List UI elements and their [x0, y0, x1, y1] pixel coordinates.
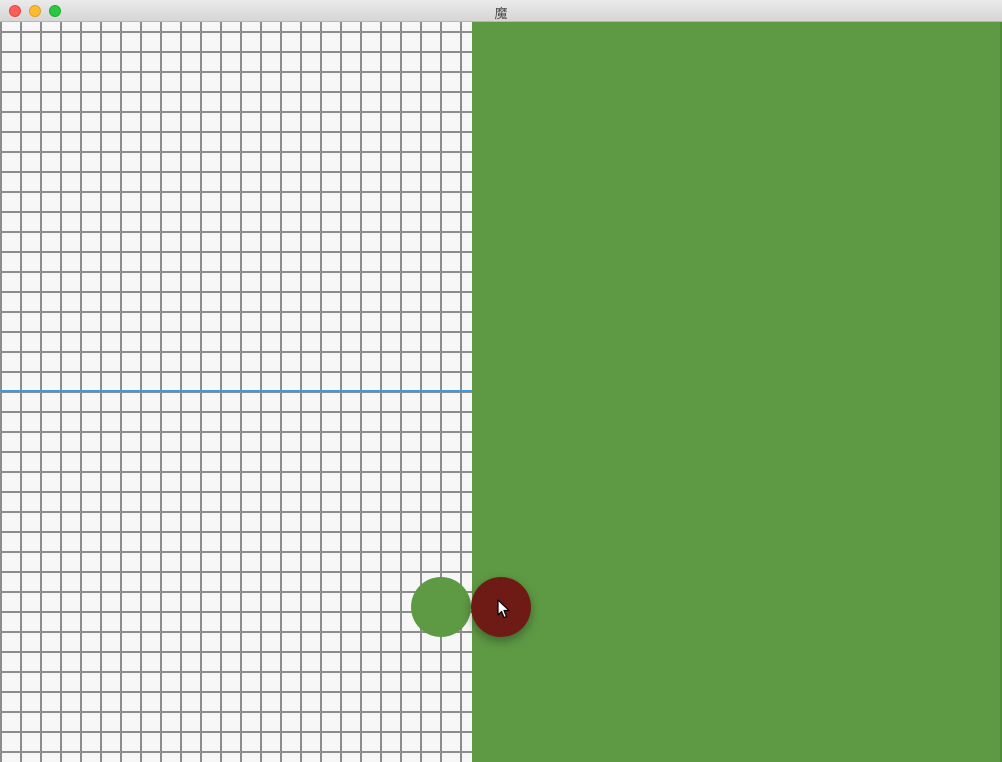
arrow-cursor-icon — [497, 599, 510, 619]
window-title: 魔 — [494, 7, 508, 22]
game-canvas[interactable] — [0, 22, 1002, 762]
app-window: 魔 — [0, 0, 1002, 762]
title-bar[interactable]: 魔 — [0, 0, 1002, 22]
grid-panel[interactable] — [0, 22, 472, 762]
guide-line — [0, 390, 472, 392]
green-ball[interactable] — [411, 577, 471, 637]
green-panel[interactable] — [472, 22, 1002, 762]
